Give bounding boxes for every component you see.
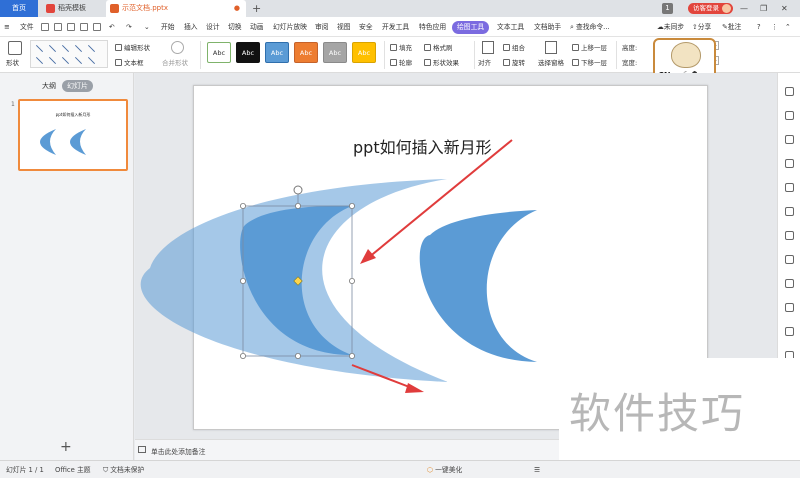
image-icon[interactable]	[785, 231, 794, 240]
notes-placeholder[interactable]: 单击此处添加备注	[151, 446, 205, 456]
watermark-text: 软件技巧	[569, 389, 746, 438]
crescent-shape-right[interactable]	[419, 210, 537, 362]
rotate-handle-icon[interactable]	[293, 185, 303, 195]
tools-icon[interactable]	[785, 303, 794, 312]
notes-icon	[138, 446, 146, 453]
document-protection[interactable]: ⛉ 文档未保护	[103, 461, 144, 478]
arrow-head-icon	[405, 383, 424, 393]
layout-icon[interactable]	[785, 207, 794, 216]
document-protection-label: 文档未保护	[110, 466, 145, 474]
style-icon[interactable]	[785, 159, 794, 168]
arrow-head-icon	[360, 249, 376, 264]
slide-title[interactable]: ppt如何插入新月形	[353, 134, 492, 158]
property-icon[interactable]	[785, 135, 794, 144]
watermark: 软件技巧	[559, 358, 800, 460]
beautify-button[interactable]: ⬡ 一键美化	[427, 461, 462, 478]
export-icon[interactable]	[785, 279, 794, 288]
arrow-icon[interactable]	[785, 87, 794, 96]
beautify-label: 一键美化	[435, 466, 463, 474]
beautify-icon: ⬡	[427, 466, 436, 474]
notes-toggle-icon[interactable]: ☰	[534, 461, 540, 478]
theme-name: Office 主题	[55, 466, 91, 474]
status-bar: 幻灯片 1 / 1 Office 主题 ⛉ 文档未保护 ⬡ 一键美化 ☰	[0, 460, 800, 478]
animation-icon[interactable]	[785, 111, 794, 120]
font-icon[interactable]	[785, 327, 794, 336]
chart-icon[interactable]	[785, 255, 794, 264]
slide-count: 幻灯片 1 / 1	[6, 466, 44, 474]
smart-icon[interactable]	[785, 183, 794, 192]
